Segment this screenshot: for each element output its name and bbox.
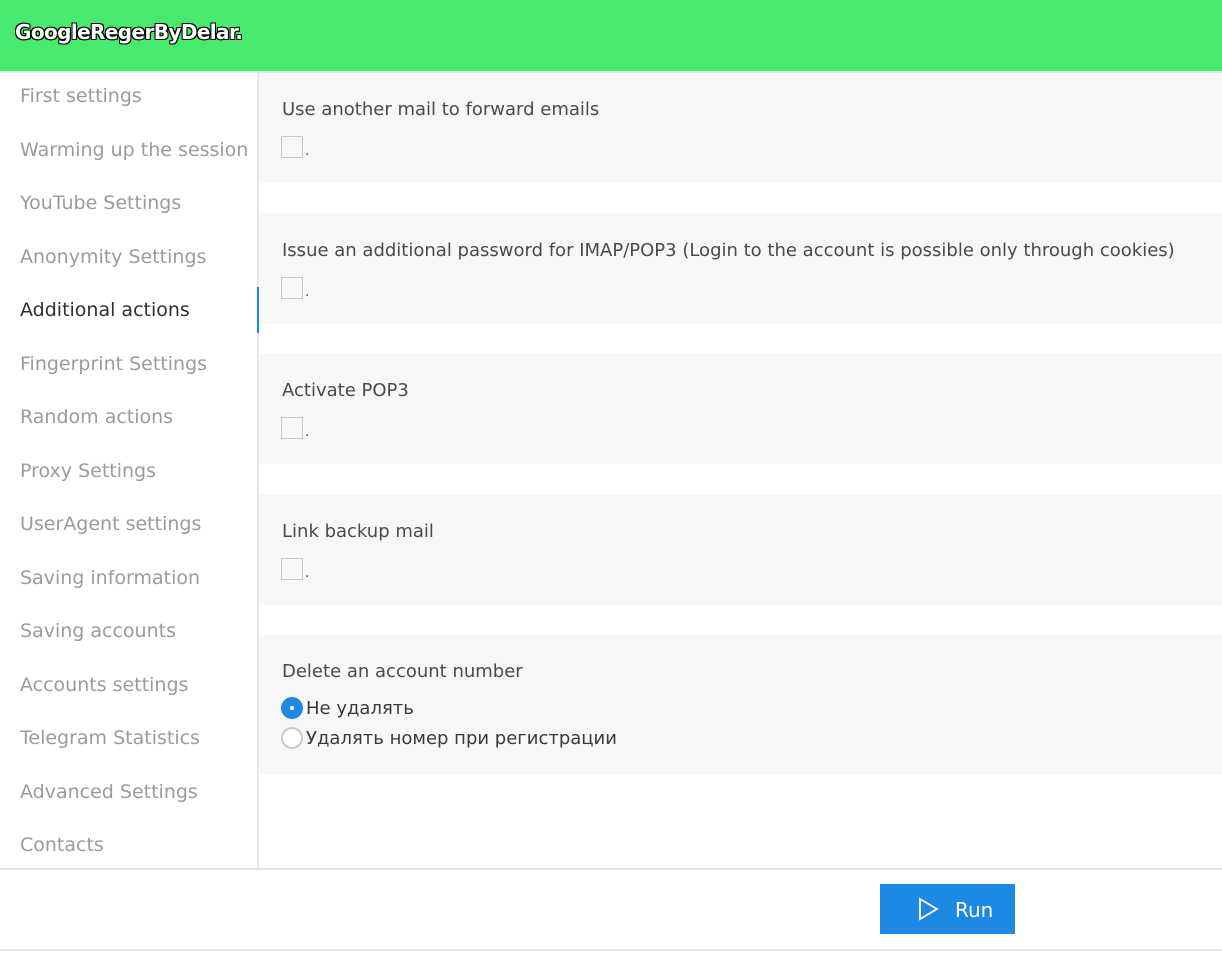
play-outline-icon <box>919 897 939 921</box>
sidebar-item-telegram-statistics[interactable]: Telegram Statistics <box>0 715 257 763</box>
sidebar-item-advanced-settings[interactable]: Advanced Settings <box>0 769 257 817</box>
sidebar-item-label: Proxy Settings <box>20 460 157 482</box>
sidebar-item-fingerprint-settings[interactable]: Fingerprint Settings <box>0 341 257 389</box>
radio-button[interactable] <box>281 727 303 749</box>
sidebar-item-label: Contacts <box>20 834 104 856</box>
imap-password-checkbox[interactable] <box>281 277 303 299</box>
checkbox-suffix: . <box>305 565 310 581</box>
checkbox-suffix: . <box>305 284 310 300</box>
checkbox-suffix: . <box>305 424 310 440</box>
delete-number-title: Delete an account number <box>282 661 523 682</box>
sidebar-item-label: Advanced Settings <box>20 781 198 803</box>
sidebar-item-warming-up-the-session[interactable]: Warming up the session <box>0 127 257 175</box>
sidebar-item-saving-accounts[interactable]: Saving accounts <box>0 608 257 656</box>
app-header: GoogleRegerByDelar. <box>0 0 1222 71</box>
radio-label: Удалять номер при регистрации <box>306 727 617 749</box>
option-card-delete-number: Delete an account number Не удалять Удал… <box>259 635 1222 774</box>
sidebar-item-label: Saving accounts <box>20 620 176 642</box>
sidebar-item-label: Telegram Statistics <box>20 727 200 749</box>
radio-option-delete-on-registration[interactable]: Удалять номер при регистрации <box>281 727 617 749</box>
backup-mail-checkbox[interactable] <box>281 558 303 580</box>
sidebar-item-accounts-settings[interactable]: Accounts settings <box>0 662 257 710</box>
app-title: GoogleRegerByDelar. <box>15 20 243 44</box>
option-title: Activate POP3 <box>282 380 409 401</box>
sidebar-item-label: Warming up the session <box>20 139 249 161</box>
sidebar-item-label: Additional actions <box>20 299 190 321</box>
option-card-activate-pop3: Activate POP3 . <box>259 354 1222 464</box>
sidebar-item-useragent-settings[interactable]: UserAgent settings <box>0 501 257 549</box>
option-checkbox-group: . <box>281 556 309 580</box>
run-button-label: Run <box>955 898 994 922</box>
sidebar-item-label: First settings <box>20 85 142 107</box>
checkbox-suffix: . <box>305 143 310 159</box>
option-title: Issue an additional password for IMAP/PO… <box>282 240 1175 261</box>
activate-pop3-checkbox[interactable] <box>281 417 303 439</box>
sidebar-item-anonymity-settings[interactable]: Anonymity Settings <box>0 234 257 282</box>
sidebar-item-label: YouTube Settings <box>20 192 182 214</box>
run-button[interactable]: Run <box>880 884 1015 934</box>
sidebar: First settings Warming up the session Yo… <box>0 73 259 868</box>
option-title: Use another mail to forward emails <box>282 99 600 120</box>
radio-option-keep-number[interactable]: Не удалять <box>281 697 414 719</box>
option-title: Link backup mail <box>282 521 434 542</box>
sidebar-item-youtube-settings[interactable]: YouTube Settings <box>0 180 257 228</box>
option-card-forward-emails: Use another mail to forward emails . <box>259 73 1222 183</box>
option-card-imap-password: Issue an additional password for IMAP/PO… <box>259 213 1222 324</box>
footer-bottom-divider <box>0 949 1222 951</box>
sidebar-item-label: UserAgent settings <box>20 513 202 535</box>
sidebar-item-saving-information[interactable]: Saving information <box>0 555 257 603</box>
sidebar-item-label: Saving information <box>20 567 201 589</box>
sidebar-item-random-actions[interactable]: Random actions <box>0 394 257 442</box>
option-checkbox-group: . <box>281 415 309 439</box>
sidebar-item-label: Anonymity Settings <box>20 246 207 268</box>
sidebar-item-label: Accounts settings <box>20 674 189 696</box>
sidebar-item-proxy-settings[interactable]: Proxy Settings <box>0 448 257 496</box>
footer-bar: Run <box>0 870 1222 949</box>
sidebar-item-contacts[interactable]: Contacts <box>0 822 257 870</box>
option-card-backup-mail: Link backup mail . <box>259 494 1222 605</box>
sidebar-item-label: Random actions <box>20 406 174 428</box>
radio-label: Не удалять <box>306 697 414 719</box>
forward-emails-checkbox[interactable] <box>281 136 303 158</box>
settings-panel: Use another mail to forward emails . Iss… <box>259 73 1222 868</box>
sidebar-item-label: Fingerprint Settings <box>20 353 208 375</box>
radio-button-selected[interactable] <box>281 697 303 719</box>
sidebar-item-first-settings[interactable]: First settings <box>0 73 257 121</box>
sidebar-item-additional-actions[interactable]: Additional actions <box>0 287 259 335</box>
option-checkbox-group: . <box>281 275 309 299</box>
option-checkbox-group: . <box>281 134 309 158</box>
